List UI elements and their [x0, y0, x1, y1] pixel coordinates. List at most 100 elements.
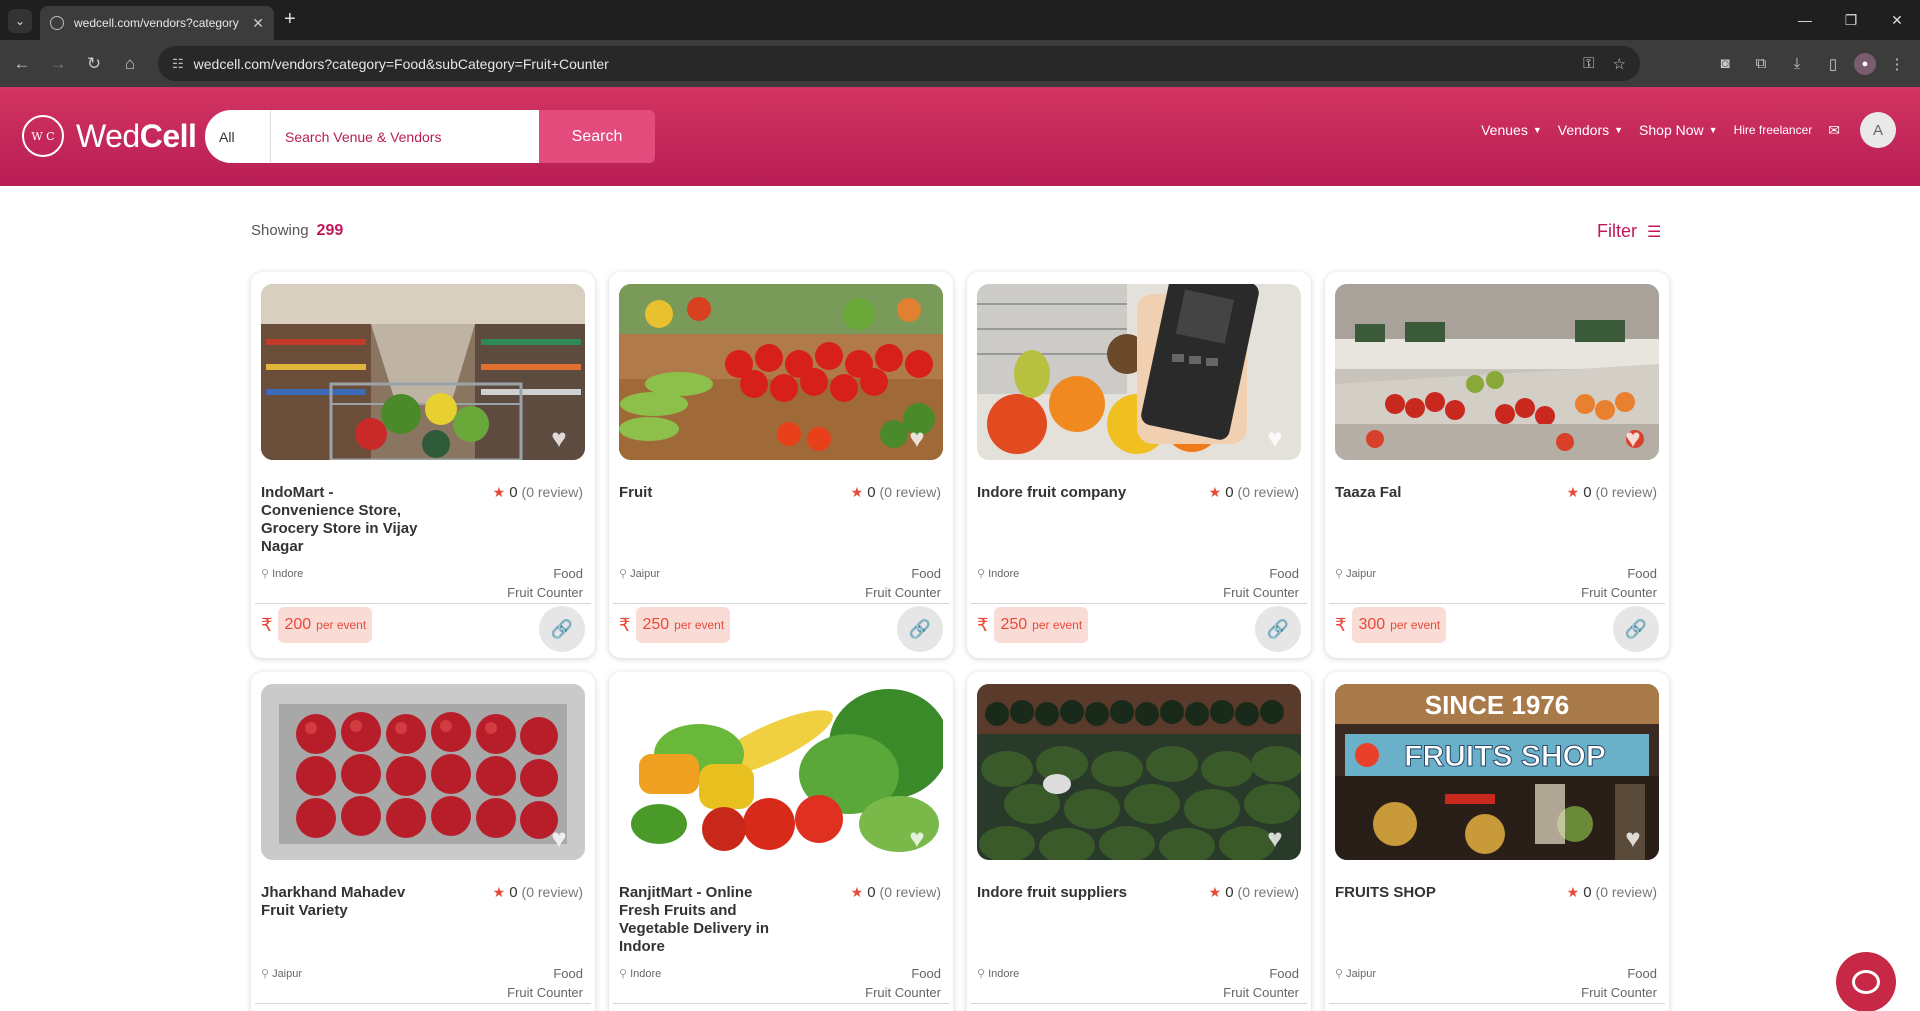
nav-venues[interactable]: Venues ▼	[1481, 122, 1542, 138]
download-icon[interactable]: ⤓	[1782, 49, 1812, 79]
key-icon[interactable]: ⚿	[1583, 55, 1594, 72]
vendor-category: Food Fruit Counter	[507, 564, 583, 602]
vendor-photo[interactable]: ♥	[261, 284, 585, 460]
photo-fruits-shop-text: FRUITS SHOP	[1404, 740, 1606, 773]
vendor-rating: ★ 0 (0 review)	[493, 884, 583, 901]
vendor-card[interactable]: SINCE 1976 FRUITS SHOP ♥ FRUITS SHOP ★ 0(…	[1325, 672, 1669, 1011]
search-button[interactable]: Search	[539, 110, 655, 163]
heart-icon[interactable]: ♥	[1619, 424, 1647, 452]
heart-icon[interactable]: ♥	[1261, 824, 1289, 852]
card-divider	[613, 1003, 949, 1004]
forward-icon[interactable]: →	[40, 46, 76, 82]
sidepanel-icon[interactable]: ▯	[1818, 49, 1848, 79]
review-count: (0 review)	[521, 484, 583, 500]
vendor-photo[interactable]: ♥	[977, 684, 1301, 860]
filter-icon: ☰	[1647, 223, 1662, 241]
nav-vendors[interactable]: Vendors ▼	[1558, 122, 1623, 138]
location-text: Jaipur	[272, 968, 303, 980]
share-icon[interactable]: 🔗	[897, 606, 943, 652]
vendor-card[interactable]: ♥ Indore fruit suppliers ★ 0 (0 review) ⚲ I…	[967, 672, 1311, 1011]
vendor-name[interactable]: Taaza Fal	[1335, 484, 1505, 502]
wedcell-logo[interactable]: W C WedCell	[22, 115, 197, 157]
search-input[interactable]	[271, 110, 539, 163]
vendor-rating: ★ 0 (0 review)	[1567, 484, 1657, 501]
vendor-photo[interactable]: SINCE 1976 FRUITS SHOP ♥	[1335, 684, 1659, 860]
vendor-photo[interactable]: ♥	[619, 684, 943, 860]
review-count: (0 review)	[879, 884, 941, 900]
vendor-rating: ★ 0 (0 review)	[851, 884, 941, 901]
vendor-name[interactable]: Indore fruit suppliers	[977, 884, 1147, 902]
heart-icon[interactable]: ♥	[1261, 424, 1289, 452]
vendor-photo[interactable]: ♥	[1335, 284, 1659, 460]
search-category-select[interactable]: All	[205, 110, 271, 163]
site-info-icon[interactable]: ☷	[172, 56, 184, 72]
vendor-photo[interactable]: ♥	[619, 284, 943, 460]
star-icon[interactable]: ☆	[1613, 55, 1626, 73]
rating-value: 0	[1583, 884, 1592, 901]
heart-icon[interactable]: ♥	[545, 424, 573, 452]
nav-label: Venues	[1481, 122, 1528, 138]
vendor-card[interactable]: ♥ Taaza Fal ★ 0 (0 review) ⚲ Jaipur Food Fru…	[1325, 272, 1669, 658]
nav-label: Shop Now	[1639, 122, 1704, 138]
photo-since-text: SINCE 1976	[1425, 690, 1570, 720]
filter-button[interactable]: Filter ☰	[1597, 221, 1661, 242]
nav-shop-now[interactable]: Shop Now ▼	[1639, 122, 1718, 138]
top-nav: Venues ▼ Vendors ▼ Shop Now ▼ Hire freelanc…	[1481, 112, 1896, 148]
minimize-icon[interactable]: —	[1782, 0, 1828, 40]
nav-hire-freelancer[interactable]: Hire freelancer	[1734, 123, 1813, 137]
vendor-card[interactable]: ♥ IndoMart - Convenience Store, Grocery …	[251, 272, 595, 658]
vendor-name[interactable]: Fruit	[619, 484, 789, 502]
close-window-icon[interactable]: ✕	[1874, 0, 1920, 40]
vendor-card[interactable]: ♥ Jharkhand Mahadev Fruit Variety ★ 0 (0 r…	[251, 672, 595, 1011]
vendor-photo[interactable]: ♥	[261, 684, 585, 860]
rating-value: 0	[867, 484, 876, 501]
vendor-card[interactable]: ♥ Indore fruit company ★ 0 (0 review) ⚲ Ind…	[967, 272, 1311, 658]
plus-icon[interactable]: +	[284, 8, 296, 31]
vendor-card[interactable]: ♥ RanjitMart - Online Fresh Fruits and V…	[609, 672, 953, 1011]
chat-widget-button[interactable]	[1836, 952, 1896, 1011]
card-divider	[1329, 1003, 1665, 1004]
browser-tab[interactable]: wedcell.com/vendors?category ✕	[40, 6, 274, 40]
search-bar: All Search	[205, 110, 655, 163]
category-text: Food	[911, 966, 941, 981]
subcategory-text: Fruit Counter	[1223, 585, 1299, 600]
camera-icon[interactable]: ◙	[1710, 49, 1740, 79]
profile-avatar[interactable]: ●	[1854, 52, 1876, 75]
vendor-name[interactable]: IndoMart - Convenience Store, Grocery St…	[261, 484, 431, 556]
vendor-name[interactable]: FRUITS SHOP	[1335, 884, 1505, 902]
share-icon[interactable]: 🔗	[539, 606, 585, 652]
mail-icon[interactable]: ✉	[1828, 122, 1840, 139]
vendor-name[interactable]: Indore fruit company	[977, 484, 1147, 502]
vendor-price: ₹250 per event	[977, 607, 1089, 643]
vendor-card[interactable]: ♥ Fruit ★ 0 (0 review) ⚲ Jaipur Food Fruit C…	[609, 272, 953, 658]
heart-icon[interactable]: ♥	[903, 424, 931, 452]
extensions-icon[interactable]: ⧉	[1746, 49, 1776, 79]
share-icon[interactable]: 🔗	[1613, 606, 1659, 652]
url-text[interactable]: wedcell.com/vendors?category=Food&subCat…	[194, 56, 1565, 72]
vendor-location: ⚲ Indore	[619, 967, 661, 980]
tab-search-chevron-icon[interactable]: ⌄	[8, 9, 32, 33]
reload-icon[interactable]: ↻	[76, 46, 112, 82]
restore-icon[interactable]: ❐	[1828, 0, 1874, 40]
vendor-photo[interactable]: ♥	[977, 284, 1301, 460]
share-icon[interactable]: 🔗	[1255, 606, 1301, 652]
back-icon[interactable]: ←	[4, 46, 40, 82]
star-icon: ★	[492, 884, 506, 900]
menu-icon[interactable]: ⋮	[1882, 49, 1912, 79]
heart-icon[interactable]: ♥	[545, 824, 573, 852]
price-pill: 300 per event	[1352, 607, 1447, 643]
heart-icon[interactable]: ♥	[903, 824, 931, 852]
vendor-location: ⚲ Jaipur	[261, 967, 302, 980]
vendor-category: Food Fruit Counter	[865, 564, 941, 602]
vendor-name[interactable]: Jharkhand Mahadev Fruit Variety	[261, 884, 431, 920]
user-avatar[interactable]: A	[1860, 112, 1896, 148]
vendor-name[interactable]: RanjitMart - Online Fresh Fruits and Veg…	[619, 884, 789, 956]
vendor-category: Food Fruit Counter	[507, 964, 583, 1002]
close-icon[interactable]: ✕	[252, 15, 264, 32]
address-bar[interactable]: ☷ wedcell.com/vendors?category=Food&subC…	[158, 46, 1640, 81]
heart-icon[interactable]: ♥	[1619, 824, 1647, 852]
home-icon[interactable]: ⌂	[112, 46, 148, 82]
logo-mark: W C	[22, 115, 64, 157]
subcategory-text: Fruit Counter	[865, 985, 941, 1000]
price-pill: 250 per event	[636, 607, 731, 643]
